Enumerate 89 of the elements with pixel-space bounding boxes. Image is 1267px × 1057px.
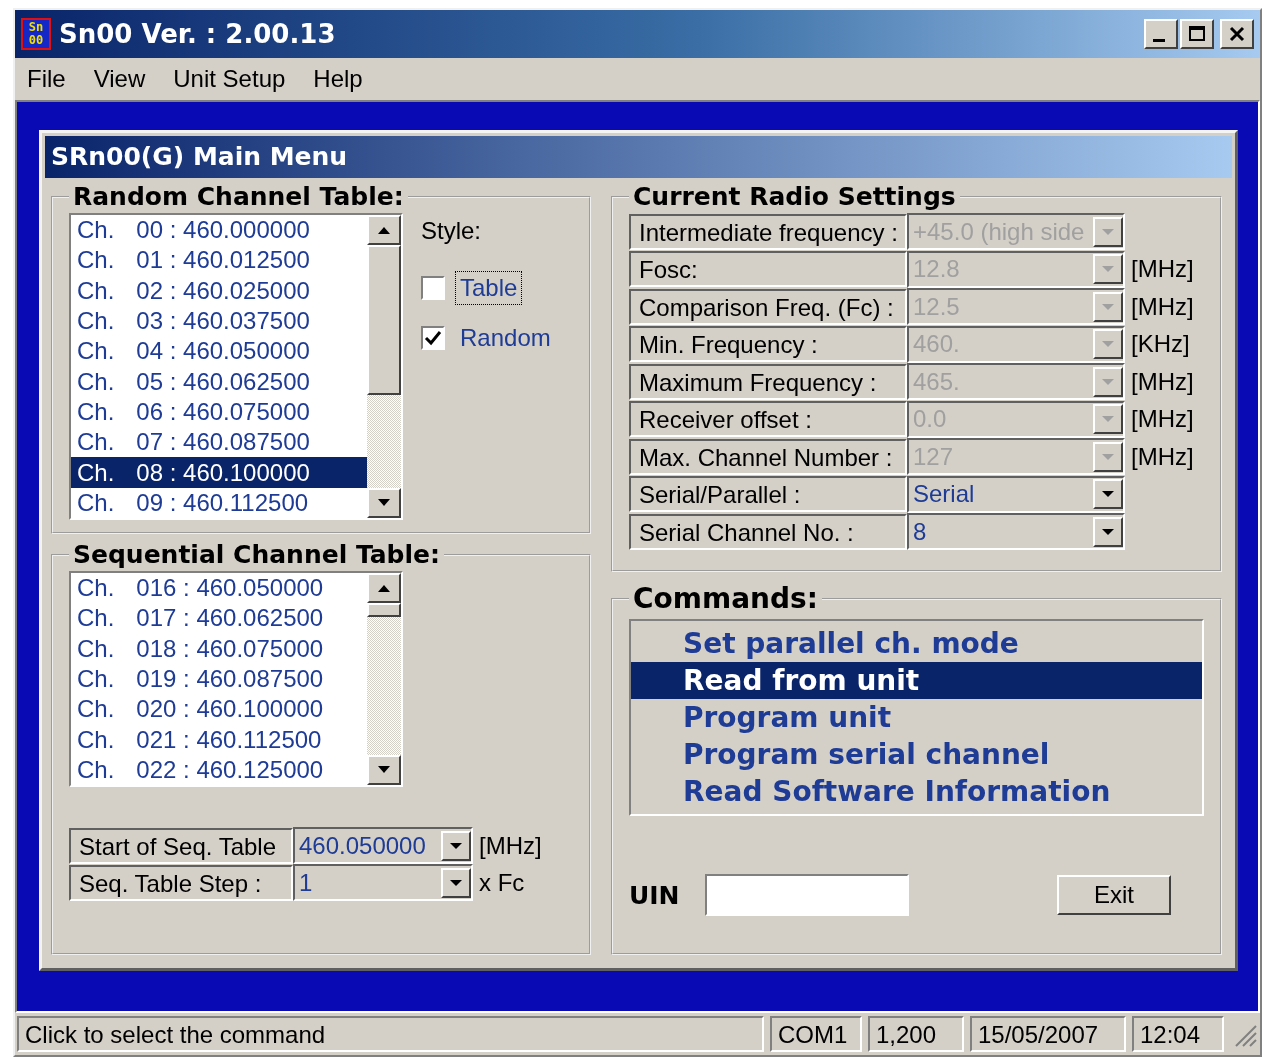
unit-label: [MHz] (1131, 292, 1194, 321)
channel-item[interactable]: Ch. 09 : 460.112500 (71, 487, 367, 518)
down-arrow-icon (377, 497, 391, 508)
up-arrow-icon (377, 225, 391, 235)
menu-item[interactable]: View (93, 65, 146, 93)
dropdown-field[interactable]: 8 (907, 513, 1125, 551)
menu-item[interactable]: File (27, 65, 66, 93)
channel-item[interactable]: Ch. 02 : 460.025000 (71, 275, 367, 306)
command-item[interactable]: Program unit (631, 699, 1202, 736)
group-title: Commands: (632, 582, 819, 615)
channel-item[interactable]: Ch. 03 : 460.037500 (71, 305, 367, 337)
unit-label: x Fc (479, 868, 525, 897)
channel-list[interactable]: Ch. 016 : 460.050000 Ch. 017 : 460.062500 Ch. 018 : 460.075000 Ch. 019 : 460.087500 Ch. 020 : 460.100000 Ch. 021 : 460.112500 Ch. 022 : 460.125000 (69, 571, 403, 788)
command-item[interactable]: Read from unit (631, 662, 1202, 699)
unit-label: [MHz] (1131, 442, 1194, 471)
field-label: Receiver offset : (629, 401, 907, 438)
unit-label: [MHz] (1131, 367, 1194, 396)
scroll-down-button[interactable] (367, 755, 401, 786)
minimize-icon (1153, 38, 1165, 42)
field-label: Start of Seq. Table (69, 827, 293, 864)
field-label: Maximum Frequency : (629, 363, 907, 400)
status-panel: 15/05/2007 (970, 1016, 1126, 1052)
channel-item[interactable]: Ch. 021 : 460.112500 (71, 724, 367, 755)
scroll-thumb[interactable] (367, 245, 401, 395)
channel-item[interactable]: Ch. 016 : 460.050000 (71, 573, 367, 604)
channel-item[interactable]: Ch. 04 : 460.050000 (71, 336, 367, 367)
exit-button[interactable]: Exit (1057, 875, 1171, 915)
menu-item[interactable]: Help (313, 65, 363, 93)
maximize-icon (1187, 24, 1207, 44)
scroll-thumb[interactable] (367, 603, 401, 617)
scroll-down-button[interactable] (367, 487, 401, 518)
up-arrow-icon (377, 583, 391, 593)
group-title: Random Channel Table: (72, 182, 405, 211)
unit-label: [MHz] (1131, 255, 1194, 284)
channel-item[interactable]: Ch. 01 : 460.012500 (71, 245, 367, 276)
checkbox-label[interactable]: Random (455, 321, 556, 355)
window-title: Sn00 Ver. : 2.00.13 (59, 19, 337, 49)
command-list[interactable]: Set parallel ch. mode Read from unit Program unit Program serial channel Read Software Information (629, 619, 1204, 816)
status-panel: 1,200 (868, 1016, 964, 1052)
status-panel: 12:04 (1132, 1016, 1224, 1052)
command-item[interactable]: Program serial channel (631, 736, 1202, 773)
scroll-up-button[interactable] (367, 573, 401, 603)
field-label: Max. Channel Number : (629, 438, 907, 475)
status-panel: COM1 (770, 1016, 862, 1052)
style-label: Style: (421, 217, 483, 245)
command-item[interactable]: Read Software Information (631, 773, 1202, 810)
field-label: Fosc: (629, 251, 907, 288)
menu-item[interactable]: Unit Setup (173, 65, 286, 93)
checkbox-label[interactable]: Table (455, 271, 523, 305)
checkbox[interactable] (421, 276, 445, 300)
field-label: Serial Channel No. : (629, 513, 907, 550)
uin-input-field[interactable] (705, 874, 909, 916)
scroll-up-button[interactable] (367, 215, 401, 245)
dropdown-field[interactable]: Serial (907, 475, 1125, 513)
group-title: Current Radio Settings (632, 182, 957, 211)
channel-item[interactable]: Ch. 017 : 460.062500 (71, 603, 367, 634)
channel-item[interactable]: Ch. 022 : 460.125000 (71, 754, 367, 786)
field-label: Min. Frequency : (629, 326, 907, 363)
checkbox[interactable] (421, 326, 445, 350)
maximize-button[interactable] (1180, 19, 1214, 49)
field-label: Intermediate frequency : (629, 213, 907, 250)
channel-item[interactable]: Ch. 018 : 460.075000 (71, 633, 367, 664)
scrollbar[interactable] (367, 573, 401, 786)
channel-list[interactable]: Ch. 00 : 460.000000 Ch. 01 : 460.012500 Ch. 02 : 460.025000 Ch. 03 : 460.037500 Ch. 04 : 460.050000 Ch. 05 : 460.062500 Ch. 06 : 460.075000 Ch. 07 : 460.087500 Ch. 08 : 460.100000 Ch. 09 : 460.112500 (69, 213, 403, 520)
channel-item[interactable]: Ch. 05 : 460.062500 (71, 366, 367, 397)
channel-item[interactable]: Ch. 08 : 460.100000 (71, 457, 367, 488)
child-window-title: SRn00(G) Main Menu (45, 136, 1232, 178)
field-label: Comparison Freq. (Fc) : (629, 288, 907, 325)
channel-item[interactable]: Ch. 019 : 460.087500 (71, 663, 367, 695)
uin-label: UIN (629, 880, 681, 910)
channel-item[interactable]: Ch. 020 : 460.100000 (71, 694, 367, 725)
close-button[interactable] (1220, 19, 1254, 49)
minimize-button[interactable] (1144, 19, 1178, 49)
group-title: Sequential Channel Table: (72, 540, 442, 569)
unit-label: [MHz] (1131, 405, 1194, 434)
channel-item[interactable]: Ch. 00 : 460.000000 (71, 215, 367, 246)
command-item[interactable]: Set parallel ch. mode (631, 625, 1202, 662)
dropdown-field[interactable]: 1 (293, 864, 473, 902)
channel-item[interactable]: Ch. 07 : 460.087500 (71, 427, 367, 458)
close-icon (1227, 24, 1247, 44)
dropdown-field[interactable]: 460.050000 (293, 827, 473, 865)
unit-label: [MHz] (479, 831, 542, 860)
status-panel: Click to select the command (17, 1016, 764, 1052)
channel-item[interactable]: Ch. 06 : 460.075000 (71, 396, 367, 428)
field-label: Serial/Parallel : (629, 476, 907, 513)
app-logo: Sn 00 (21, 18, 51, 50)
scrollbar[interactable] (367, 215, 401, 518)
field-label: Seq. Table Step : (69, 864, 293, 901)
unit-label: [KHz] (1131, 330, 1190, 359)
